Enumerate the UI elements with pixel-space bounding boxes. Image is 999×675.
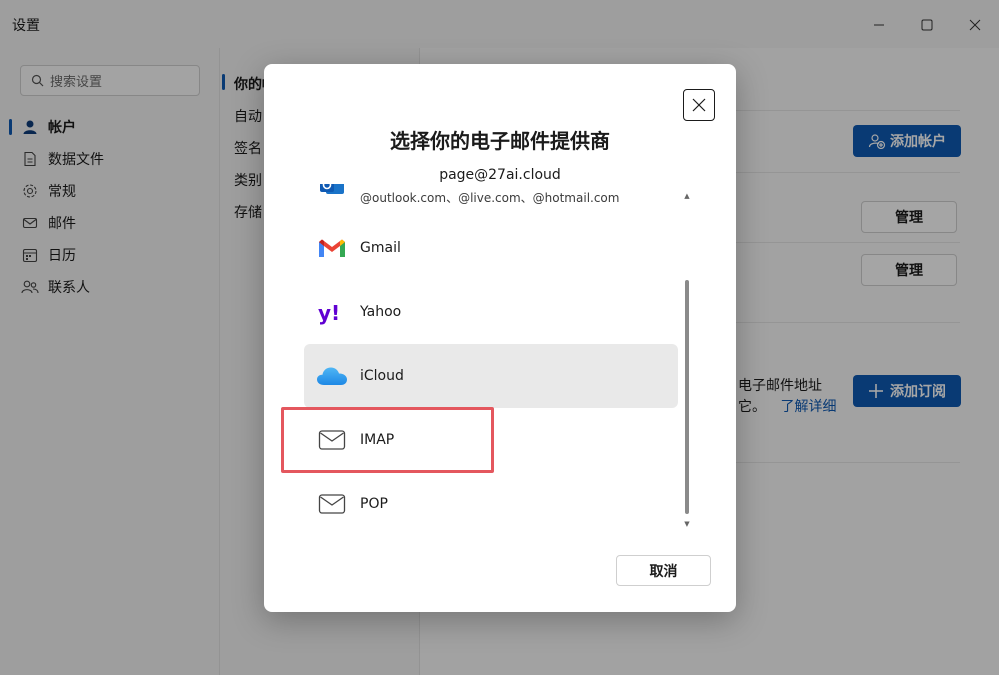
scroll-up-arrow[interactable]: ▲ <box>683 192 691 200</box>
provider-yahoo[interactable]: y! Yahoo <box>304 280 678 344</box>
provider-list: @outlook.com、@live.com、@hotmail.com Gmai… <box>304 184 678 531</box>
provider-name: iCloud <box>360 368 404 384</box>
provider-gmail[interactable]: Gmail <box>304 216 678 280</box>
dialog-email: page@27ai.cloud <box>439 167 561 183</box>
outlook-icon <box>316 184 348 200</box>
close-icon <box>692 98 706 112</box>
imap-highlight-box <box>281 407 494 473</box>
email-provider-dialog: 选择你的电子邮件提供商 page@27ai.cloud @outlook.com… <box>264 64 736 612</box>
gmail-icon <box>316 232 348 264</box>
yahoo-icon: y! <box>316 296 348 328</box>
provider-pop[interactable]: POP <box>304 472 678 531</box>
provider-icloud[interactable]: iCloud <box>304 344 678 408</box>
scrollbar-thumb[interactable] <box>685 280 689 514</box>
dialog-close-button[interactable] <box>683 89 715 121</box>
cancel-button[interactable]: 取消 <box>616 555 711 586</box>
dialog-title: 选择你的电子邮件提供商 <box>390 129 610 153</box>
scroll-down-arrow[interactable]: ▼ <box>683 520 691 528</box>
provider-name: Gmail <box>360 240 401 256</box>
mail-envelope-icon <box>316 488 348 520</box>
provider-list-scrollbar[interactable]: ▲ ▼ <box>683 192 691 528</box>
icloud-icon <box>316 360 348 392</box>
provider-name: POP <box>360 496 388 512</box>
outlook-domains: @outlook.com、@live.com、@hotmail.com <box>360 191 620 205</box>
svg-text:y!: y! <box>318 301 340 325</box>
provider-name: Yahoo <box>360 304 402 320</box>
